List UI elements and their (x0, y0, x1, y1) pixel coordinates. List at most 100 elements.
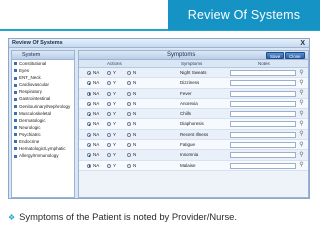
system-item[interactable]: Gastrointestinal (12, 95, 74, 102)
system-item[interactable]: Neurologic (12, 124, 74, 131)
notes-input[interactable] (230, 121, 296, 128)
radio-y[interactable] (107, 143, 111, 148)
radio-n[interactable] (127, 153, 131, 158)
radio-n[interactable] (127, 132, 131, 137)
bullet-icon (14, 154, 17, 158)
system-item[interactable]: Dermatologic (12, 117, 74, 124)
radio-n[interactable] (127, 112, 131, 117)
radio-label: N (133, 152, 137, 158)
radio-n[interactable] (127, 163, 131, 168)
magnifier-icon[interactable]: ⚲ (298, 100, 305, 107)
symptom-name: Diaphoresis (180, 121, 204, 127)
symptom-row: NA Y N Chills ⚲ (79, 109, 308, 120)
radio-label: N (133, 80, 137, 86)
notes-input[interactable] (230, 152, 296, 159)
system-item[interactable]: Hematologic/Lymphatic (12, 145, 74, 152)
system-item-label: Musculoskeletal (19, 110, 52, 116)
system-item[interactable]: Genitourinary/Nephrology (12, 103, 74, 110)
close-button[interactable]: Close (285, 52, 305, 59)
notes-input[interactable] (230, 80, 296, 87)
notes-input[interactable] (230, 131, 296, 138)
bullet-icon (14, 83, 17, 87)
radio-y[interactable] (107, 71, 111, 75)
symptoms-header-label: Symptoms (167, 52, 196, 58)
radio-y[interactable] (107, 132, 111, 137)
radio-na[interactable] (87, 132, 91, 137)
radio-label: Y (113, 80, 117, 86)
bullet-icon (14, 126, 17, 130)
radio-n[interactable] (127, 143, 131, 148)
system-item[interactable]: Constitutional (12, 60, 74, 68)
system-item-label: Neurologic (19, 124, 41, 130)
radio-na[interactable] (87, 143, 91, 148)
magnifier-icon[interactable]: ⚲ (298, 152, 305, 159)
bullet-icon (14, 111, 17, 115)
radio-label: NA (93, 121, 100, 127)
radio-na[interactable] (87, 122, 91, 127)
radio-label: Y (113, 152, 117, 158)
notes-input[interactable] (230, 142, 296, 149)
magnifier-icon[interactable]: ⚲ (298, 80, 305, 87)
radio-y[interactable] (107, 153, 111, 158)
system-item-label: Hematologic/Lymphatic (19, 146, 66, 152)
radio-y[interactable] (107, 112, 111, 117)
radio-y[interactable] (107, 81, 111, 86)
magnifier-icon[interactable]: ⚲ (298, 70, 305, 77)
radio-label: Y (113, 162, 117, 168)
bullet-text: Symptoms of the Patient is noted by Prov… (19, 211, 237, 222)
radio-n[interactable] (127, 122, 131, 127)
symptom-name: Dizziness (180, 80, 200, 86)
radio-y[interactable] (107, 122, 111, 127)
radio-label: Y (113, 142, 117, 148)
radio-na[interactable] (87, 71, 91, 75)
system-item[interactable]: Allergy/Immunology (12, 152, 74, 159)
radio-na[interactable] (87, 163, 91, 168)
radio-na[interactable] (87, 101, 91, 106)
close-icon[interactable]: X (300, 39, 305, 48)
magnifier-icon[interactable]: ⚲ (298, 142, 305, 149)
radio-na[interactable] (87, 112, 91, 117)
system-item[interactable]: Psychiatric (12, 131, 74, 138)
radio-y[interactable] (107, 163, 111, 168)
magnifier-icon[interactable]: ⚲ (298, 131, 305, 138)
radio-na[interactable] (87, 153, 91, 158)
radio-label: NA (93, 80, 100, 86)
system-pane: System Constitutional Eyes ENT_Neck Cardiov… (11, 50, 75, 198)
radio-label: Y (113, 111, 117, 117)
notes-input[interactable] (230, 111, 296, 118)
magnifier-icon[interactable]: ⚲ (298, 121, 305, 128)
symptom-row: NA Y N Diaphoresis ⚲ (79, 119, 308, 130)
window-title: Review Of Systems (12, 40, 63, 46)
radio-n[interactable] (127, 91, 131, 96)
notes-input[interactable] (230, 100, 296, 107)
radio-label: N (133, 111, 137, 117)
radio-label: NA (93, 152, 100, 158)
notes-input[interactable] (230, 162, 296, 169)
radio-na[interactable] (87, 81, 91, 86)
bullet-icon (14, 62, 17, 66)
symptom-row: NA Y N Malaise ⚲ (79, 160, 308, 171)
magnifier-icon[interactable]: ⚲ (298, 111, 305, 118)
radio-n[interactable] (127, 71, 131, 75)
radio-n[interactable] (127, 101, 131, 106)
system-item[interactable]: ENT_Neck (12, 74, 74, 81)
system-item[interactable]: Endocrine (12, 138, 74, 145)
system-item[interactable]: Cardiovascular (12, 81, 74, 88)
save-button[interactable]: Save (266, 52, 285, 59)
bullet-icon (14, 133, 17, 137)
magnifier-icon[interactable]: ⚲ (298, 90, 305, 97)
radio-n[interactable] (127, 81, 131, 86)
radio-y[interactable] (107, 91, 111, 96)
radio-label: Y (113, 131, 117, 137)
notes-input[interactable] (230, 70, 296, 76)
bullet-icon (14, 147, 17, 151)
system-item[interactable]: Musculoskeletal (12, 110, 74, 117)
radio-na[interactable] (87, 91, 91, 96)
radio-y[interactable] (107, 101, 111, 106)
notes-input[interactable] (230, 90, 296, 97)
bullet-icon (14, 119, 17, 123)
magnifier-icon[interactable]: ⚲ (298, 162, 305, 169)
radio-label: N (133, 162, 137, 168)
system-item[interactable]: Eyes (12, 67, 74, 74)
system-item[interactable]: Respiratory (12, 88, 74, 95)
